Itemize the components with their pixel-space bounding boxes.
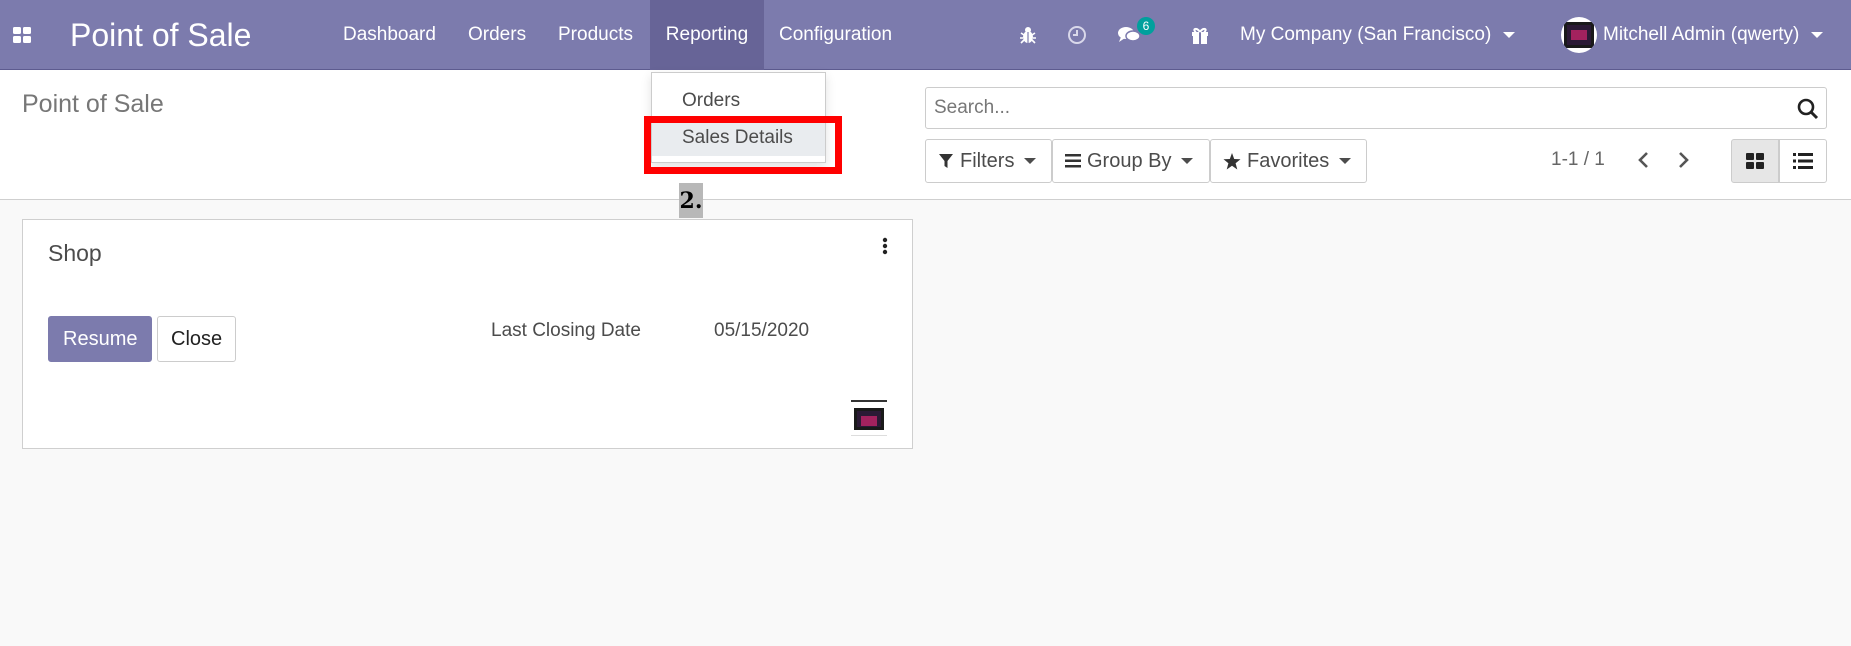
avatar xyxy=(851,400,887,436)
step-label: 2. xyxy=(679,183,703,218)
last-closing-date-label: Last Closing Date xyxy=(491,320,641,341)
star-icon xyxy=(1223,152,1241,169)
bug-icon[interactable] xyxy=(1018,22,1038,48)
card-title: Shop xyxy=(48,240,102,266)
ellipsis-v-icon[interactable] xyxy=(880,236,890,258)
list-view-icon[interactable] xyxy=(1779,139,1827,183)
favorites-button[interactable]: Favorites xyxy=(1210,139,1367,183)
dropdown-item-orders[interactable]: Orders xyxy=(652,83,825,119)
resume-button[interactable]: Resume xyxy=(48,316,153,362)
menu-products[interactable]: Products xyxy=(542,0,649,70)
reporting-dropdown: Orders Sales Details xyxy=(651,72,826,163)
user-menu[interactable]: Mitchell Admin (qwerty) xyxy=(1561,17,1824,53)
menu-dashboard[interactable]: Dashboard xyxy=(327,0,452,70)
chevron-left-icon[interactable] xyxy=(1628,145,1658,175)
menu-orders[interactable]: Orders xyxy=(452,0,542,70)
filters-label: Filters xyxy=(960,149,1015,172)
page-title: Point of Sale xyxy=(22,90,164,118)
chat-icon[interactable]: 6 xyxy=(1117,17,1157,48)
menu-reporting[interactable]: Reporting xyxy=(650,0,764,70)
app-brand[interactable]: Point of Sale xyxy=(70,15,251,55)
search-icon[interactable] xyxy=(1797,98,1819,120)
clock-icon[interactable] xyxy=(1067,22,1087,48)
kanban-view-icon[interactable] xyxy=(1731,139,1779,183)
group-by-label: Group By xyxy=(1087,149,1172,172)
search-box xyxy=(925,87,1827,129)
group-by-button[interactable]: Group By xyxy=(1052,139,1210,183)
favorites-label: Favorites xyxy=(1247,149,1330,172)
user-name: Mitchell Admin (qwerty) xyxy=(1603,24,1800,45)
caret-down-icon xyxy=(1503,32,1516,38)
avatar xyxy=(1561,17,1597,53)
filter-icon xyxy=(939,154,953,168)
messages-badge: 6 xyxy=(1137,17,1155,35)
company-switcher[interactable]: My Company (San Francisco) xyxy=(1240,22,1516,48)
dropdown-item-sales-details[interactable]: Sales Details xyxy=(652,120,825,156)
last-closing-date-value: 05/15/2020 xyxy=(714,320,810,341)
control-panel: Point of Sale Filters Group By Favorites… xyxy=(0,70,1851,200)
filters-button[interactable]: Filters xyxy=(925,139,1052,183)
bars-icon xyxy=(1065,154,1081,168)
top-navbar: Point of Sale Dashboard Orders Products … xyxy=(0,0,1851,70)
caret-down-icon xyxy=(1811,32,1824,38)
company-name: My Company (San Francisco) xyxy=(1240,24,1492,45)
gift-icon[interactable] xyxy=(1190,22,1210,48)
apps-grid-icon[interactable] xyxy=(13,27,31,43)
pos-session-card[interactable]: Shop Resume Close Last Closing Date 05/1… xyxy=(22,219,913,449)
pager-value[interactable]: 1-1 / 1 xyxy=(1551,149,1605,171)
chevron-right-icon[interactable] xyxy=(1669,145,1699,175)
close-button[interactable]: Close xyxy=(157,316,237,362)
menu-configuration[interactable]: Configuration xyxy=(763,0,908,70)
search-input[interactable] xyxy=(934,88,1794,128)
